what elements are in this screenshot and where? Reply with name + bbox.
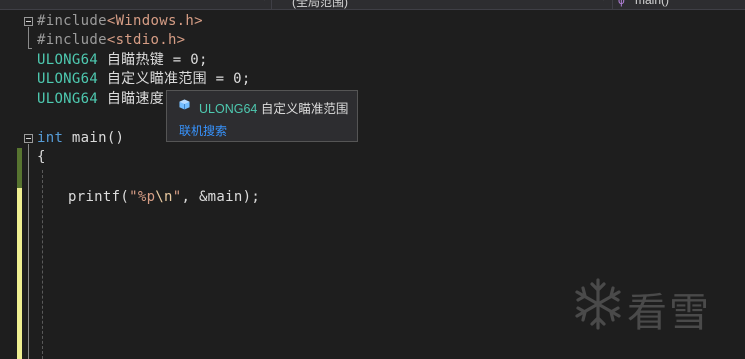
code-line-7[interactable]: int main() [37, 129, 124, 148]
header-name: <stdio.h> [106, 32, 186, 48]
code-line-8[interactable]: { [37, 148, 46, 167]
project-dropdown[interactable] [0, 0, 262, 9]
collapse-icon[interactable] [24, 17, 33, 26]
chevron-down-icon[interactable]: ▾ [262, 0, 267, 4]
method-icon: ϕ [618, 0, 625, 7]
collapse-icon[interactable] [24, 134, 33, 143]
chevron-down-icon[interactable]: ▾ [601, 0, 606, 4]
quick-info-tooltip: ULONG64 自定义瞄准范围 联机搜索 [166, 90, 358, 142]
code-line-2[interactable]: #include<stdio.h> [37, 31, 185, 50]
change-marker-unsaved [17, 188, 22, 359]
variable-cube-icon [179, 99, 190, 110]
declaration: 自瞄速度 [98, 91, 165, 107]
string-literal-end: " [172, 189, 182, 205]
declaration: 自定义瞄准范围 = 0; [98, 71, 251, 87]
member-dropdown[interactable]: main() [635, 0, 669, 9]
code-line-1[interactable]: #include<Windows.h> [37, 12, 203, 31]
keyword: int [37, 130, 64, 146]
tooltip-type: ULONG64 [199, 102, 258, 116]
declaration: 自瞄热键 = 0; [98, 52, 208, 68]
type-name: ULONG64 [37, 71, 99, 87]
indent-guide [42, 170, 43, 359]
watermark-text: 看雪 [627, 290, 711, 336]
divider [612, 0, 613, 9]
snowflake-icon [575, 278, 621, 330]
header-name: <Windows.h> [106, 13, 203, 29]
preprocessor-directive: #include [37, 13, 107, 29]
type-name: ULONG64 [37, 52, 99, 68]
function-call: printf( [68, 189, 130, 205]
fold-line [28, 27, 29, 49]
tooltip-signature: ULONG64 自定义瞄准范围 [199, 98, 348, 117]
arguments: , &main); [181, 189, 261, 205]
watermark: 看雪 [572, 276, 732, 336]
function-signature: main() [63, 130, 125, 146]
change-marker-saved [17, 148, 22, 188]
fold-line [28, 144, 29, 359]
string-literal: "%p [129, 189, 156, 205]
type-name: ULONG64 [37, 91, 99, 107]
divider [271, 0, 272, 9]
code-line-3[interactable]: ULONG64 自瞄热键 = 0; [37, 51, 208, 70]
navigation-bar: ▾ (全局范围) ▾ ϕ main() [0, 0, 745, 10]
fold-line-end [28, 48, 32, 49]
tooltip-symbol-name: 自定义瞄准范围 [260, 102, 349, 116]
escape-sequence: \n [155, 189, 173, 205]
scope-dropdown[interactable]: (全局范围) [292, 0, 348, 9]
code-line-4[interactable]: ULONG64 自定义瞄准范围 = 0; [37, 70, 251, 89]
code-line-10[interactable]: printf("%p\n", &main); [68, 188, 260, 207]
preprocessor-directive: #include [37, 32, 107, 48]
online-search-link[interactable]: 联机搜索 [179, 122, 227, 139]
code-line-5[interactable]: ULONG64 自瞄速度 [37, 90, 164, 109]
open-brace: { [37, 149, 46, 165]
